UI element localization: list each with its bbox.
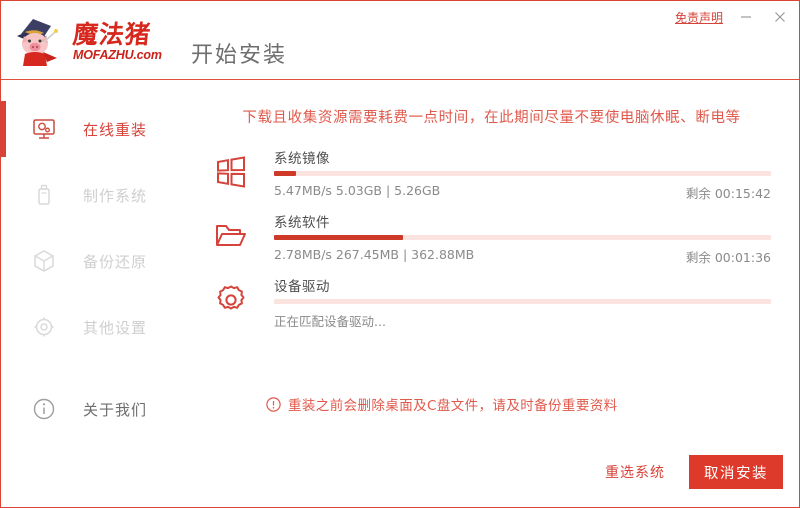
progress-fill <box>274 235 404 240</box>
sidebar-item-other-settings[interactable]: 其他设置 <box>1 299 184 355</box>
download-task-list: 系统镜像 5.47MB/s 5.03GB | 5.26GB 剩余 00:15:4… <box>210 145 790 337</box>
sidebar-item-about-us[interactable]: 关于我们 <box>1 381 184 437</box>
task-name: 系统软件 <box>274 215 330 231</box>
alert-circle-icon <box>266 396 281 412</box>
task-name: 系统镜像 <box>274 151 330 167</box>
gear-icon <box>31 314 83 340</box>
active-indicator <box>1 101 6 157</box>
notice-text: 重装之前会删除桌面及C盘文件，请及时备份重要资料 <box>288 398 618 414</box>
close-icon <box>775 12 785 22</box>
progress-fill <box>274 171 297 176</box>
footer-actions: 重选系统 取消安装 <box>599 455 783 489</box>
minimize-icon <box>741 16 751 18</box>
monitor-gear-icon <box>31 116 83 142</box>
close-button[interactable] <box>769 7 791 27</box>
usb-drive-icon <box>31 182 83 208</box>
main-content: 下载且收集资源需要耗费一点时间，在此期间尽量不要使电脑休眠、断电等 系统镜像 5… <box>184 81 799 507</box>
sidebar-item-backup-restore[interactable]: 备份还原 <box>1 233 184 289</box>
task-eta: 剩余 00:01:36 <box>685 250 771 265</box>
sidebar-item-label: 关于我们 <box>83 400 148 419</box>
cancel-install-button[interactable]: 取消安装 <box>689 455 783 489</box>
window-controls: 免责声明 <box>675 7 791 27</box>
brand-name-cn: 魔法猪 <box>71 20 153 49</box>
task-stats: 正在匹配设备驱动... <box>274 314 386 329</box>
sidebar-item-label: 在线重装 <box>83 120 148 139</box>
sidebar: 在线重装 制作系统 备份还原 其他设置 关于我们 <box>1 81 184 507</box>
brand-text: 魔法猪 MOFAZHU.com <box>71 20 162 62</box>
info-circle-icon <box>31 396 83 422</box>
sidebar-item-label: 备份还原 <box>83 252 148 271</box>
task-eta: 剩余 00:15:42 <box>685 186 771 201</box>
folder-open-icon <box>210 215 252 257</box>
title-bar: 魔法猪 MOFAZHU.com 开始安装 免责声明 <box>1 1 799 80</box>
task-stats: 2.78MB/s 267.45MB | 362.88MB <box>274 247 475 262</box>
sidebar-item-label: 制作系统 <box>83 186 148 205</box>
sidebar-item-online-reinstall[interactable]: 在线重装 <box>1 101 184 157</box>
page-title: 开始安装 <box>191 43 288 68</box>
pig-wizard-icon <box>13 16 71 68</box>
disclaimer-link[interactable]: 免责声明 <box>675 9 723 26</box>
brand-name-en: MOFAZHU.com <box>73 48 162 62</box>
task-row: 系统软件 2.78MB/s 267.45MB | 362.88MB 剩余 00:… <box>210 209 790 271</box>
progress-track <box>274 235 771 240</box>
minimize-button[interactable] <box>735 7 757 27</box>
gear-outline-icon <box>210 279 252 321</box>
brand-logo: 魔法猪 MOFAZHU.com <box>13 15 183 69</box>
sidebar-item-label: 其他设置 <box>83 318 148 337</box>
reselect-system-button[interactable]: 重选系统 <box>599 458 671 486</box>
task-name: 设备驱动 <box>274 279 330 295</box>
top-warning-text: 下载且收集资源需要耗费一点时间，在此期间尽量不要使电脑休眠、断电等 <box>242 110 741 126</box>
progress-track <box>274 171 771 176</box>
progress-track <box>274 299 771 304</box>
task-stats: 5.47MB/s 5.03GB | 5.26GB <box>274 183 441 198</box>
windows-grid-icon <box>210 151 252 193</box>
delete-warning-notice: 重装之前会删除桌面及C盘文件，请及时备份重要资料 <box>266 394 618 414</box>
app-window: 魔法猪 MOFAZHU.com 开始安装 免责声明 在线重装 制作系统 备份还原… <box>0 0 800 508</box>
task-row: 设备驱动 正在匹配设备驱动... <box>210 273 790 335</box>
sidebar-item-make-system[interactable]: 制作系统 <box>1 167 184 223</box>
cube-box-icon <box>31 248 83 274</box>
task-row: 系统镜像 5.47MB/s 5.03GB | 5.26GB 剩余 00:15:4… <box>210 145 790 207</box>
